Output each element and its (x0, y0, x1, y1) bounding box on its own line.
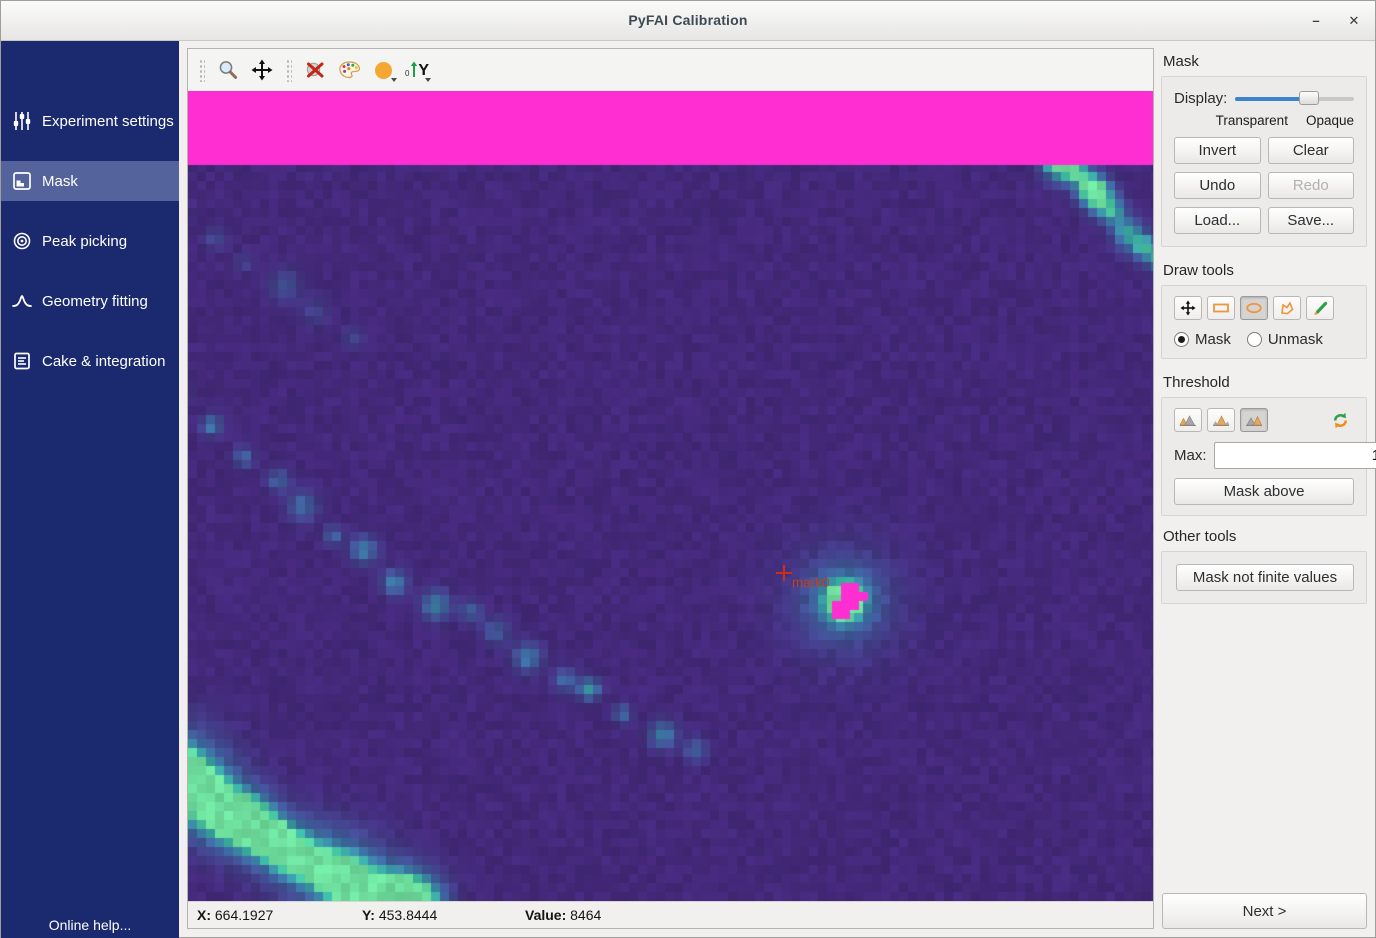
chevron-down-icon (391, 78, 397, 82)
sidebar-item-experiment-settings[interactable]: Experiment settings (1, 101, 179, 141)
titlebar: PyFAI Calibration – ✕ (1, 1, 1375, 41)
unmask-radio[interactable]: Unmask (1247, 331, 1323, 348)
mask-above-button[interactable]: Mask above (1174, 478, 1354, 505)
sidebar: Experiment settings Mask Peak picking Ge… (1, 41, 179, 938)
refresh-threshold-button[interactable] (1326, 408, 1354, 432)
mask-radio[interactable]: Mask (1174, 331, 1231, 348)
sidebar-item-label: Peak picking (42, 233, 127, 250)
toolbar-drag-handle[interactable] (198, 58, 205, 82)
plot-marker-label: mark0 (792, 575, 830, 590)
online-help-link[interactable]: Online help... (1, 917, 179, 933)
load-button[interactable]: Load... (1174, 207, 1261, 234)
other-tools-groupbox: Mask not finite values (1161, 551, 1367, 604)
display-slider-handle[interactable] (1299, 91, 1319, 105)
sidebar-item-mask[interactable]: Mask (1, 161, 179, 201)
undo-button[interactable]: Undo (1174, 172, 1261, 199)
mask-color-swatch (375, 62, 392, 79)
pyfai-window: { "window": { "title": "PyFAI Calibratio… (0, 0, 1376, 938)
threshold-between-button[interactable] (1207, 408, 1235, 432)
sidebar-item-peak-picking[interactable]: Peak picking (1, 221, 179, 261)
rectangle-icon (1212, 301, 1230, 315)
chevron-down-icon (425, 78, 431, 82)
mask-groupbox: Display: Transparent Opaque Invert Clear… (1161, 76, 1367, 247)
zoom-icon[interactable] (213, 55, 243, 85)
other-tools-section-title: Other tools (1163, 528, 1369, 545)
status-y: Y: 453.8444 (362, 907, 525, 923)
remove-marker-icon[interactable] (300, 55, 330, 85)
close-button[interactable]: ✕ (1343, 10, 1365, 32)
mask-tools-panel: Mask Display: Transparent Opaque Invert … (1161, 41, 1369, 938)
plot-panel: 0 Y mark0 X: 664.1927 Y: 453.8444 Value:… (187, 48, 1154, 929)
pan-icon[interactable] (247, 55, 277, 85)
pan-icon (1180, 300, 1196, 316)
clear-button[interactable]: Clear (1268, 137, 1355, 164)
sidebar-item-cake-integration[interactable]: Cake & integration (1, 341, 179, 381)
next-button[interactable]: Next > (1162, 893, 1367, 929)
mask-not-finite-button[interactable]: Mask not finite values (1176, 564, 1354, 591)
max-label: Max: (1174, 447, 1207, 464)
sidebar-item-label: Cake & integration (42, 353, 165, 370)
opaque-label: Opaque (1306, 113, 1354, 128)
transparent-label: Transparent (1216, 113, 1288, 128)
histogram-above-icon (1245, 413, 1263, 427)
threshold-below-button[interactable] (1174, 408, 1202, 432)
display-label: Display: (1174, 90, 1227, 107)
sliders-icon (11, 110, 33, 132)
pencil-icon (1311, 301, 1329, 315)
status-value: Value: 8464 (525, 907, 601, 923)
cake-integration-icon (11, 350, 33, 372)
draw-tools-section-title: Draw tools (1163, 262, 1369, 279)
plot-statusbar: X: 664.1927 Y: 453.8444 Value: 8464 (188, 901, 1153, 928)
threshold-above-button[interactable] (1240, 408, 1268, 432)
draw-tools-groupbox: Mask Unmask (1161, 285, 1367, 359)
histogram-below-icon (1179, 413, 1197, 427)
ellipse-icon (1245, 301, 1263, 315)
colormap-icon[interactable] (334, 55, 364, 85)
histogram-between-icon (1212, 413, 1230, 427)
y-axis-orientation-icon[interactable]: 0 Y (402, 55, 432, 85)
peak-picking-icon (11, 230, 33, 252)
display-slider-fill (1235, 97, 1309, 101)
sidebar-item-label: Geometry fitting (42, 293, 148, 310)
max-threshold-input[interactable] (1214, 442, 1376, 469)
refresh-icon (1331, 411, 1350, 430)
status-x: X: 664.1927 (197, 907, 362, 923)
display-opacity-slider[interactable] (1235, 90, 1354, 106)
plot-view: mark0 (188, 91, 1153, 901)
rectangle-tool-button[interactable] (1207, 296, 1235, 320)
threshold-groupbox: Max: Mask above (1161, 397, 1367, 516)
detector-image[interactable] (188, 91, 1153, 901)
invert-button[interactable]: Invert (1174, 137, 1261, 164)
threshold-section-title: Threshold (1163, 374, 1369, 391)
toolbar-drag-handle[interactable] (285, 58, 292, 82)
ellipse-tool-button[interactable] (1240, 296, 1268, 320)
sidebar-item-geometry-fitting[interactable]: Geometry fitting (1, 281, 179, 321)
polygon-icon (1278, 301, 1296, 315)
save-button[interactable]: Save... (1268, 207, 1355, 234)
mask-color-icon[interactable] (368, 55, 398, 85)
mask-section-title: Mask (1163, 53, 1369, 70)
geometry-fitting-icon (11, 290, 33, 312)
pan-tool-button[interactable] (1174, 296, 1202, 320)
sidebar-item-label: Mask (42, 173, 78, 190)
polygon-tool-button[interactable] (1273, 296, 1301, 320)
plot-toolbar: 0 Y (188, 49, 1153, 91)
minimize-button[interactable]: – (1305, 10, 1327, 32)
window-title: PyFAI Calibration (1, 12, 1375, 28)
redo-button: Redo (1268, 172, 1355, 199)
mask-icon (11, 170, 33, 192)
sidebar-item-label: Experiment settings (42, 113, 174, 130)
pencil-tool-button[interactable] (1306, 296, 1334, 320)
